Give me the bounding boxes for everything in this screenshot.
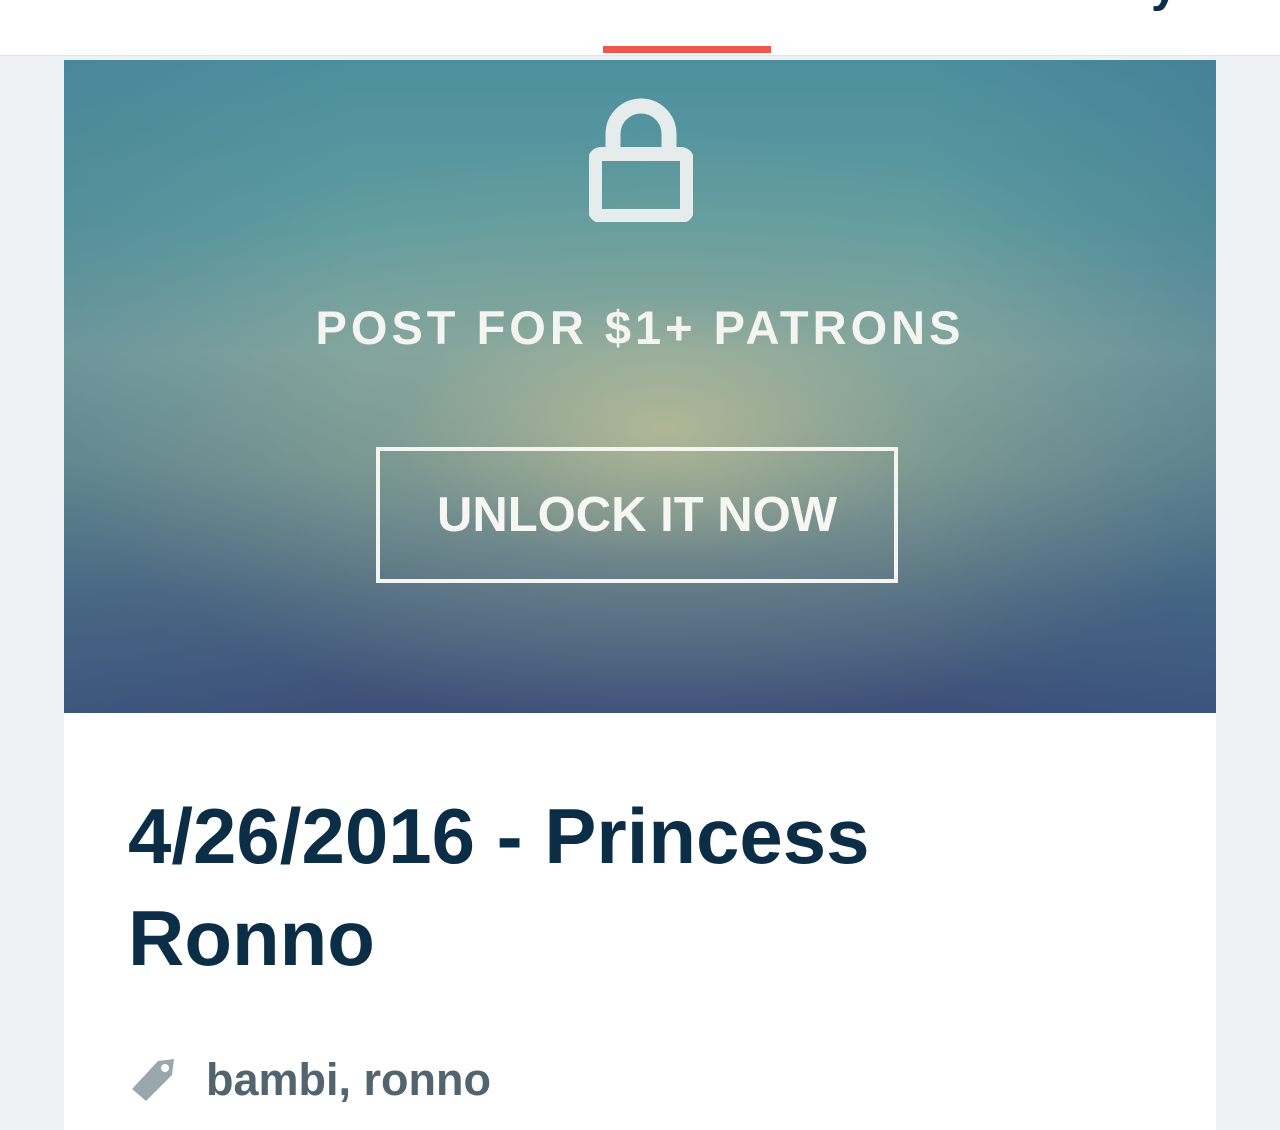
top-tab-bar: y — [0, 0, 1280, 56]
unlock-button[interactable]: UNLOCK IT NOW — [376, 447, 898, 583]
cropped-nav-glyph: y — [1151, 0, 1178, 10]
post-tags: bambi, ronno — [128, 1050, 491, 1110]
patron-tier-label: POST FOR $1+ PATRONS — [315, 301, 965, 354]
active-tab-indicator — [603, 46, 771, 53]
lock-icon — [589, 98, 693, 222]
post-title[interactable]: 4/26/2016 - Princess Ronno — [128, 785, 1128, 989]
locked-post-banner: POST FOR $1+ PATRONS UNLOCK IT NOW — [64, 60, 1216, 713]
post-card: POST FOR $1+ PATRONS UNLOCK IT NOW 4/26/… — [64, 60, 1216, 1130]
tag-icon — [132, 1059, 174, 1101]
tags-list[interactable]: bambi, ronno — [206, 1050, 491, 1110]
